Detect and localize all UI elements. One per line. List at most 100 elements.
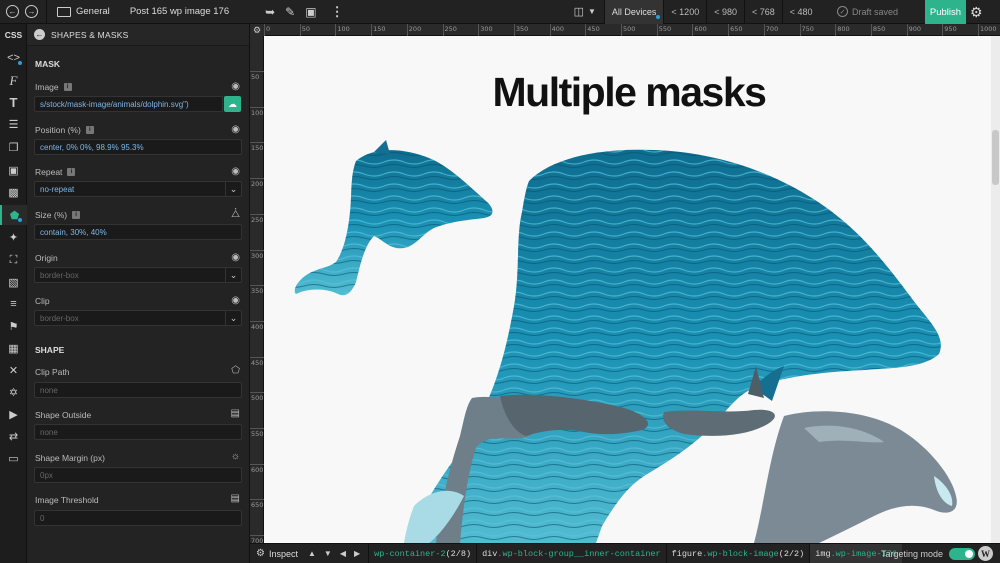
image-threshold-input[interactable]: 0 — [34, 510, 242, 526]
gear-icon[interactable]: ⚙ — [970, 4, 983, 21]
breakpoint-768[interactable]: < 768 — [743, 0, 782, 24]
mask-icon[interactable]: ◉ — [231, 81, 240, 92]
rocket-icon[interactable]: ➥ — [265, 5, 275, 19]
brush-icon[interactable]: ✎ — [285, 5, 295, 19]
folder-icon[interactable] — [57, 6, 71, 17]
code-icon[interactable]: <> — [0, 48, 27, 68]
size-label: Size (%) i — [35, 210, 81, 220]
chevron-down-icon[interactable]: ⌄ — [225, 311, 241, 325]
spacing-icon[interactable]: ≡ — [0, 294, 27, 314]
alignment-icon[interactable]: ☰ — [0, 114, 27, 134]
layers-icon[interactable]: ❐ — [0, 137, 27, 157]
position-icon[interactable]: ✡ — [0, 382, 27, 402]
canvas-scrollbar[interactable] — [991, 36, 1000, 543]
publish-button[interactable]: Publish — [925, 0, 966, 24]
shuffle-icon[interactable]: ⇄ — [0, 426, 27, 446]
pentagon-icon[interactable]: ⬠ — [231, 365, 240, 376]
ruler-tick-label: 400 — [251, 322, 264, 331]
info-icon[interactable]: i — [67, 168, 76, 176]
breadcrumb-item-3[interactable]: figure .wp-block-image (2/2) — [665, 543, 810, 563]
scrollbar-thumb[interactable] — [992, 130, 999, 185]
mask-repeat-select[interactable]: no-repeat ⌄ — [34, 181, 242, 197]
breakpoint-980[interactable]: < 980 — [706, 0, 744, 24]
post-title[interactable]: Post 165 wp image 176 — [130, 6, 229, 17]
transform-icon[interactable]: ✕ — [0, 360, 27, 380]
css-button[interactable]: CSS — [0, 24, 27, 46]
flag-icon[interactable]: ⚑ — [0, 316, 27, 336]
navigation-arrows-icon[interactable]: ▲▼◀▶ — [308, 549, 368, 558]
mask-image-input[interactable]: s/stock/mask-image/animals/dolphin.svg") — [34, 96, 223, 112]
ruler-tick-label: 500 — [251, 394, 264, 403]
shapes-masks-icon[interactable]: ⬟ — [0, 205, 27, 225]
chevron-down-icon[interactable]: ▼ — [588, 7, 596, 16]
inspect-button[interactable]: ⚙ Inspect — [256, 548, 298, 559]
breakpoint-480[interactable]: < 480 — [781, 0, 820, 24]
inbox-icon[interactable]: ▭ — [0, 448, 27, 468]
shape-outside-icon[interactable]: ▤ — [231, 408, 240, 419]
ruler-tick-line — [250, 356, 264, 358]
sun-icon[interactable]: ☼ — [231, 451, 240, 462]
ruler-tick-line — [870, 24, 872, 36]
gradient-icon[interactable]: ▩ — [0, 182, 27, 202]
indicator-dot — [18, 218, 22, 222]
resize-icon[interactable]: ⧊ — [231, 209, 240, 220]
inspect-label: Inspect — [268, 548, 298, 559]
mask-clip-select[interactable]: border-box ⌄ — [34, 310, 242, 326]
ruler-settings-icon[interactable]: ⚙ — [250, 24, 264, 36]
effects-wand-icon[interactable]: ✦ — [0, 227, 27, 247]
targeting-mode: Targeting mode — [881, 548, 976, 560]
typography-icon[interactable]: T — [0, 92, 27, 112]
shape-outside-input[interactable]: none — [34, 424, 242, 440]
bottom-toolbar: ⚙ Inspect ▲▼◀▶ wp-container-2 (2/8) div.… — [250, 543, 1000, 563]
mask-icon[interactable]: ◉ — [231, 124, 240, 135]
more-options-icon[interactable]: ⋮ — [331, 4, 344, 20]
chevron-down-icon[interactable]: ⌄ — [225, 182, 241, 196]
preview-screen-icon[interactable]: ▣ — [305, 5, 316, 19]
back-icon[interactable]: ← — [6, 5, 19, 18]
ruler-vertical: 50 100 150 200 250 300 350 400 450 500 550 600 650 70… — [250, 36, 264, 545]
mask-repeat-icon[interactable]: ◉ — [231, 166, 240, 177]
mask-icon[interactable]: ◉ — [231, 252, 240, 263]
breakpoint-all-devices[interactable]: All Devices — [603, 0, 664, 24]
back-arrow-icon[interactable]: ← — [34, 29, 45, 40]
workspace-name[interactable]: General — [76, 6, 110, 17]
top-toolbar: ← → General Post 165 wp image 176 ➥ ✎ ▣ … — [0, 0, 1000, 24]
targeting-mode-toggle[interactable] — [949, 548, 976, 560]
animation-play-icon[interactable]: ▶ — [0, 404, 27, 424]
font-icon[interactable]: F — [0, 71, 27, 91]
ruler-tick-line — [250, 249, 264, 251]
clip-path-input[interactable]: none — [34, 382, 242, 398]
info-icon[interactable]: i — [72, 211, 81, 219]
masked-dolphin-image[interactable] — [264, 36, 1000, 543]
breadcrumb-item-1[interactable]: wp-container-2 (2/8) — [368, 543, 476, 563]
ruler-tick-label: 450 — [587, 25, 600, 33]
wordpress-icon[interactable]: W — [978, 546, 993, 561]
forward-icon[interactable]: → — [25, 5, 38, 18]
ruler-tick-label: 250 — [251, 215, 264, 224]
mask-origin-select[interactable]: border-box ⌄ — [34, 267, 242, 283]
ruler-tick-line — [906, 24, 908, 36]
info-icon[interactable]: i — [85, 126, 94, 134]
grid-icon[interactable]: ▦ — [0, 338, 27, 358]
info-icon[interactable]: i — [63, 83, 72, 91]
chevron-down-icon[interactable]: ⌄ — [225, 268, 241, 282]
ruler-tick-line — [549, 24, 551, 36]
mask-size-input[interactable]: contain, 30%, 40% — [34, 224, 242, 240]
mask-icon[interactable]: ◉ — [231, 295, 240, 306]
panel-title: SHAPES & MASKS — [51, 29, 129, 40]
image-icon[interactable]: ▣ — [0, 160, 27, 180]
ruler-tick-line — [264, 24, 265, 36]
mask-position-input[interactable]: center, 0% 0%, 98.9% 95.3% — [34, 139, 242, 155]
breadcrumb-item-2[interactable]: div .wp-block-group__inner-container — [476, 543, 666, 563]
ruler-tick-line — [250, 463, 264, 465]
breakpoint-1200[interactable]: < 1200 — [663, 0, 706, 24]
upload-cloud-icon[interactable]: ☁ — [224, 96, 241, 112]
threshold-icon[interactable]: ▤ — [231, 493, 240, 504]
devices-icon[interactable]: ◫ — [574, 5, 584, 18]
fullscreen-icon[interactable]: ⛶ — [0, 250, 27, 270]
shape-margin-input[interactable]: 0px — [34, 467, 242, 483]
preview-canvas[interactable]: Multiple masks — [264, 36, 1000, 543]
ruler-tick-label: 50 — [301, 25, 310, 33]
ruler-tick-label: 900 — [908, 25, 922, 33]
border-icon[interactable]: ▧ — [0, 272, 27, 292]
